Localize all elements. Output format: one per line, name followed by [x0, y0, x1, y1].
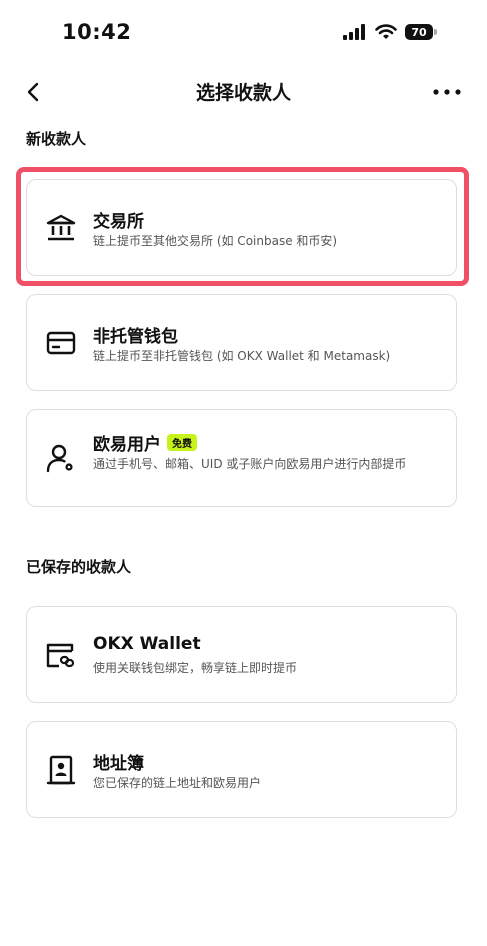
card-wallet-icon [46, 331, 76, 355]
option-okx-wallet[interactable]: OKX Wallet 使用关联钱包绑定，畅享链上即时提币 [26, 606, 457, 703]
cellular-signal-icon [343, 24, 365, 40]
option-address-book[interactable]: 地址簿 您已保存的链上地址和欧易用户 [26, 721, 457, 818]
section-title-saved-recipient: 已保存的收款人 [26, 558, 132, 576]
option-exchange-desc: 链上提币至其他交易所 (如 Coinbase 和币安) [93, 234, 338, 248]
option-exchange-title: 交易所 [93, 212, 144, 232]
option-okx-user-title-text: 欧易用户 [93, 435, 161, 455]
option-address-book-title: 地址簿 [93, 754, 144, 774]
option-okx-wallet-title: OKX Wallet [93, 634, 201, 654]
option-okx-user-title: 欧易用户 免费 [93, 430, 197, 455]
option-address-book-desc: 您已保存的链上地址和欧易用户 [93, 776, 262, 790]
option-non-custodial-title: 非托管钱包 [93, 327, 178, 347]
status-time: 10:42 [62, 20, 132, 44]
section-title-new-recipient: 新收款人 [26, 130, 87, 148]
status-bar: 10:42 70 [0, 0, 487, 66]
wallet-link-icon [46, 643, 75, 668]
more-options-icon[interactable] [430, 84, 464, 100]
page-title: 选择收款人 [195, 82, 291, 104]
option-okx-user-desc: 通过手机号、邮箱、UID 或子账户向欧易用户进行内部提币 [93, 457, 407, 471]
option-okx-user[interactable]: 欧易用户 免费 通过手机号、邮箱、UID 或子账户向欧易用户进行内部提币 [26, 409, 457, 507]
nav-bar: 选择收款人 [0, 68, 487, 114]
option-non-custodial-wallet[interactable]: 非托管钱包 链上提币至非托管钱包 (如 OKX Wallet 和 Metamas… [26, 294, 457, 391]
option-okx-wallet-desc: 使用关联钱包绑定，畅享链上即时提币 [93, 661, 298, 675]
option-exchange[interactable]: 交易所 链上提币至其他交易所 (如 Coinbase 和币安) [26, 179, 457, 276]
battery-tip [434, 29, 437, 35]
battery-indicator: 70 [405, 24, 433, 40]
wifi-icon [375, 24, 397, 39]
status-icons: 70 [343, 24, 437, 40]
free-badge: 免费 [167, 434, 197, 451]
bank-icon [46, 214, 76, 241]
option-non-custodial-desc: 链上提币至非托管钱包 (如 OKX Wallet 和 Metamask) [93, 349, 391, 363]
address-book-icon [46, 755, 76, 785]
user-gear-icon [46, 444, 73, 473]
